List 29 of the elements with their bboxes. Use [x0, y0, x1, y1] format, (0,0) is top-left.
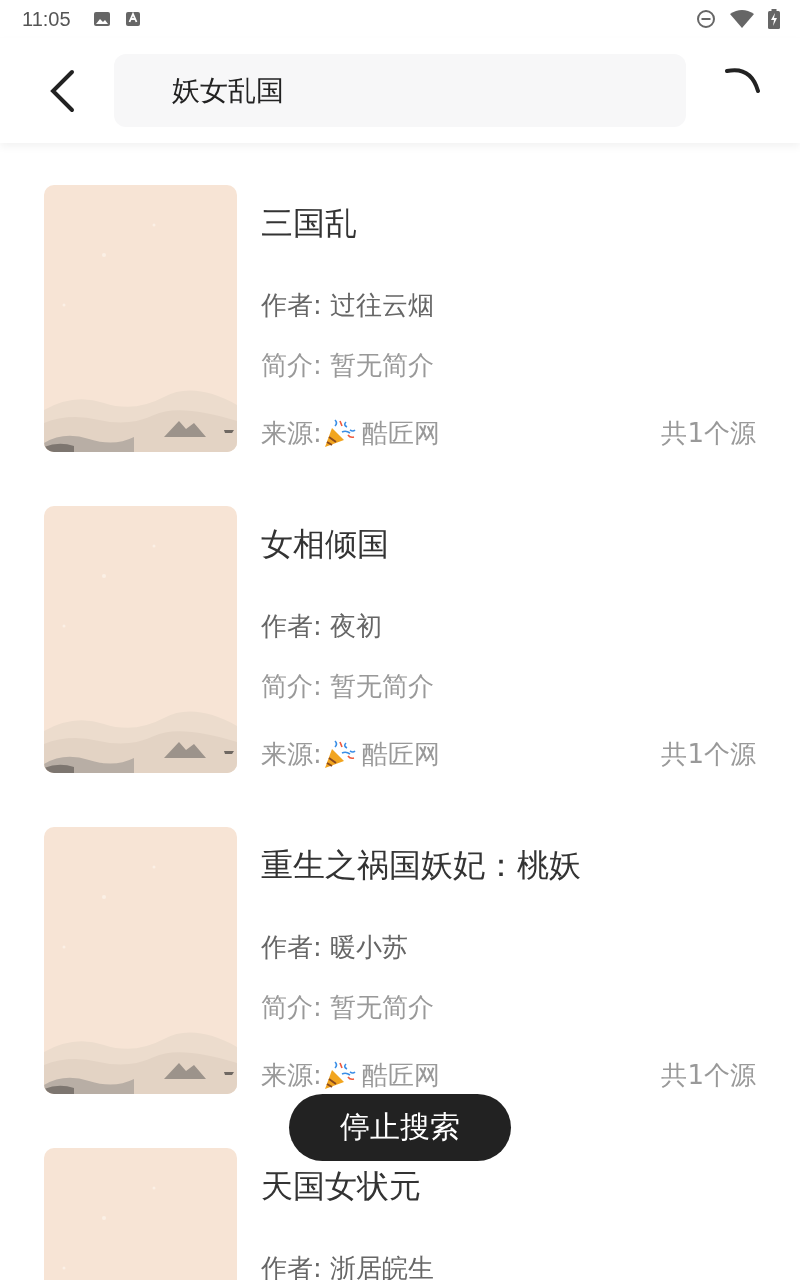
stop-search-button[interactable]: 停止搜索	[289, 1094, 511, 1161]
source-label: 来源:	[261, 417, 322, 450]
book-title: 天国女状元	[261, 1166, 421, 1206]
book-intro: 简介: 暂无简介	[261, 991, 435, 1024]
book-intro: 简介: 暂无简介	[261, 349, 435, 382]
book-author: 作者: 过往云烟	[261, 289, 435, 322]
status-time: 11:05	[22, 7, 71, 31]
source-count: 共1个源	[661, 1059, 756, 1092]
book-title: 三国乱	[261, 203, 357, 243]
book-author: 作者: 暖小苏	[261, 931, 409, 964]
book-title: 重生之祸国妖妃：桃妖	[261, 845, 581, 885]
text-icon	[124, 10, 141, 28]
source-label: 来源:	[261, 1059, 322, 1092]
book-author: 作者: 浙居皖生	[261, 1252, 435, 1280]
book-author: 作者: 夜初	[261, 610, 383, 643]
source-name: 酷匠网	[361, 1059, 440, 1092]
battery-icon	[768, 9, 780, 29]
source-count: 共1个源	[661, 738, 756, 771]
book-intro: 简介: 暂无简介	[261, 670, 435, 703]
search-field[interactable]: 妖女乱国	[114, 54, 686, 127]
source-name: 酷匠网	[361, 738, 440, 771]
source-count: 共1个源	[661, 417, 756, 450]
source-name: 酷匠网	[361, 417, 440, 450]
source-label: 来源:	[261, 738, 322, 771]
book-title: 女相倾国	[261, 524, 389, 564]
back-icon	[48, 68, 76, 113]
do-not-disturb-icon	[696, 9, 716, 29]
wifi-icon	[730, 10, 754, 28]
image-icon	[92, 10, 111, 28]
